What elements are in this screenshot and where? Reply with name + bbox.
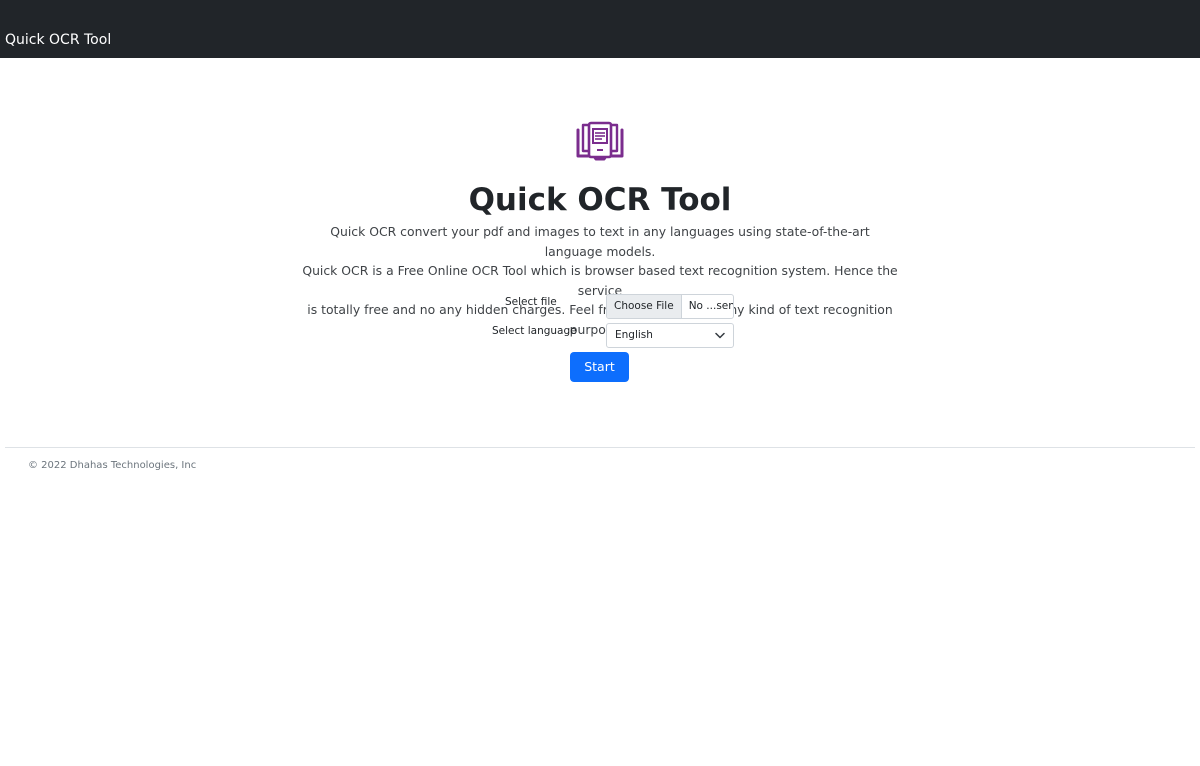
language-select[interactable]: English [606, 323, 734, 348]
chevron-down-icon [715, 332, 725, 339]
language-label: Select language [492, 325, 577, 337]
language-select-value: English [615, 329, 653, 341]
page-title: Quick OCR Tool [468, 182, 732, 218]
navbar: Quick OCR Tool [0, 0, 1200, 58]
start-button[interactable]: Start [570, 352, 629, 382]
choose-file-button[interactable]: Choose File [607, 295, 682, 318]
file-label: Select file [505, 296, 557, 308]
file-input[interactable]: Choose File No ...sen [606, 294, 734, 319]
navbar-brand[interactable]: Quick OCR Tool [5, 31, 111, 49]
description-line-1: Quick OCR convert your pdf and images to… [330, 224, 870, 259]
description-line-3: is totally free and no any hidden charge… [307, 302, 893, 337]
footer-copyright: © 2022 Dhahas Technologies, Inc [28, 460, 197, 471]
description-line-2: Quick OCR is a Free Online OCR Tool whic… [302, 263, 898, 298]
footer-divider [5, 447, 1195, 448]
ocr-book-scan-icon [576, 121, 624, 161]
page-description: Quick OCR convert your pdf and images to… [300, 222, 900, 339]
file-status-text: No ...sen [688, 300, 734, 312]
